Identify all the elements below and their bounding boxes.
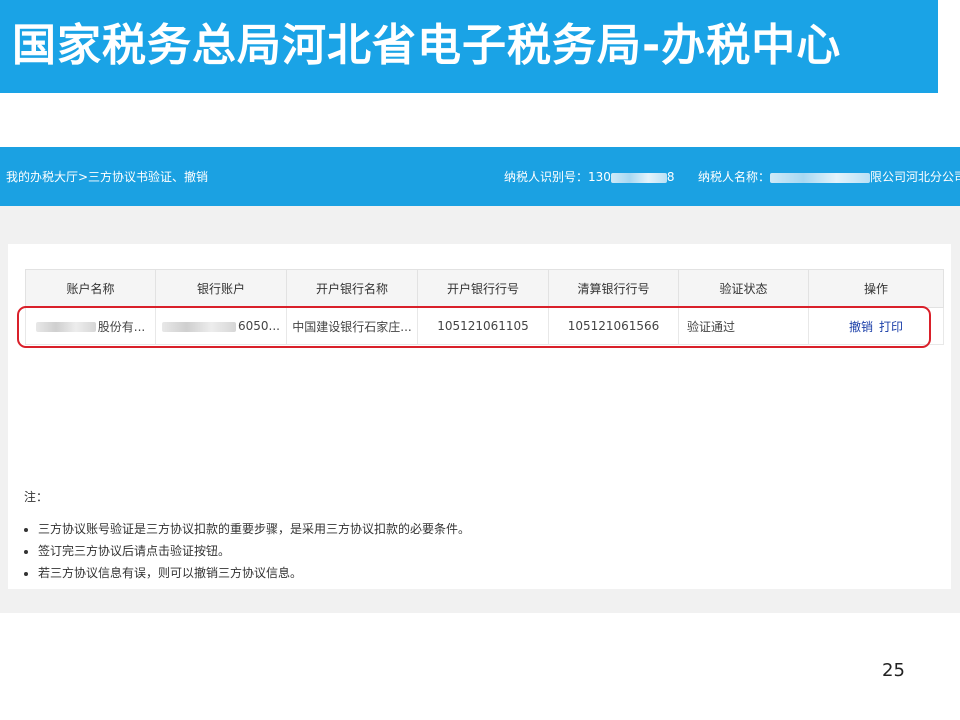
slide-title: 国家税务总局河北省电子税务局-办税中心: [12, 20, 842, 71]
list-item: 签订完三方协议后请点击验证按钮。: [38, 540, 470, 562]
col-header-bank-name: 开户银行名称: [286, 269, 418, 308]
taxpayer-id-label: 纳税人识别号：: [504, 170, 589, 184]
notes-list: 三方协议账号验证是三方协议扣款的重要步骤，是采用三方协议扣款的必要条件。 签订完…: [22, 518, 470, 584]
taxpayer-id-suffix: 8: [666, 170, 675, 184]
notes-label: 注：: [24, 490, 49, 504]
list-item: 若三方协议信息有误，则可以撤销三方协议信息。: [38, 562, 470, 584]
slide-title-bar: 国家税务总局河北省电子税务局-办税中心: [0, 0, 938, 93]
col-header-clearing-code: 清算银行行号: [548, 269, 679, 308]
page-number: 25: [882, 660, 905, 681]
taxpayer-name-label: 纳税人名称：: [698, 170, 771, 184]
taxpayer-id-prefix: 130: [588, 170, 611, 184]
col-header-bank-account: 银行账户: [155, 269, 287, 308]
table-header-row: 账户名称 银行账户 开户银行名称 开户银行行号 清算银行行号 验证状态 操作: [25, 269, 944, 308]
breadcrumb[interactable]: 我的办税大厅>三方协议书验证、撤销: [6, 168, 208, 185]
taxpayer-name-suffix: 限公司河北分公司: [870, 170, 960, 184]
taxpayer-id: 纳税人识别号：130 8: [504, 168, 675, 185]
col-header-bank-code: 开户银行行号: [417, 269, 549, 308]
col-header-actions: 操作: [808, 269, 944, 308]
row-highlight-box: [17, 306, 931, 348]
taxpayer-name: 纳税人名称： 限公司河北分公司: [698, 168, 960, 185]
redacted-blur: [610, 172, 667, 183]
list-item: 三方协议账号验证是三方协议扣款的重要步骤，是采用三方协议扣款的必要条件。: [38, 518, 470, 540]
col-header-account-name: 账户名称: [25, 269, 156, 308]
redacted-blur: [770, 172, 871, 183]
top-bar: 我的办税大厅>三方协议书验证、撤销 纳税人识别号：130 8 纳税人名称： 限公司河…: [0, 147, 960, 206]
col-header-status: 验证状态: [678, 269, 809, 308]
